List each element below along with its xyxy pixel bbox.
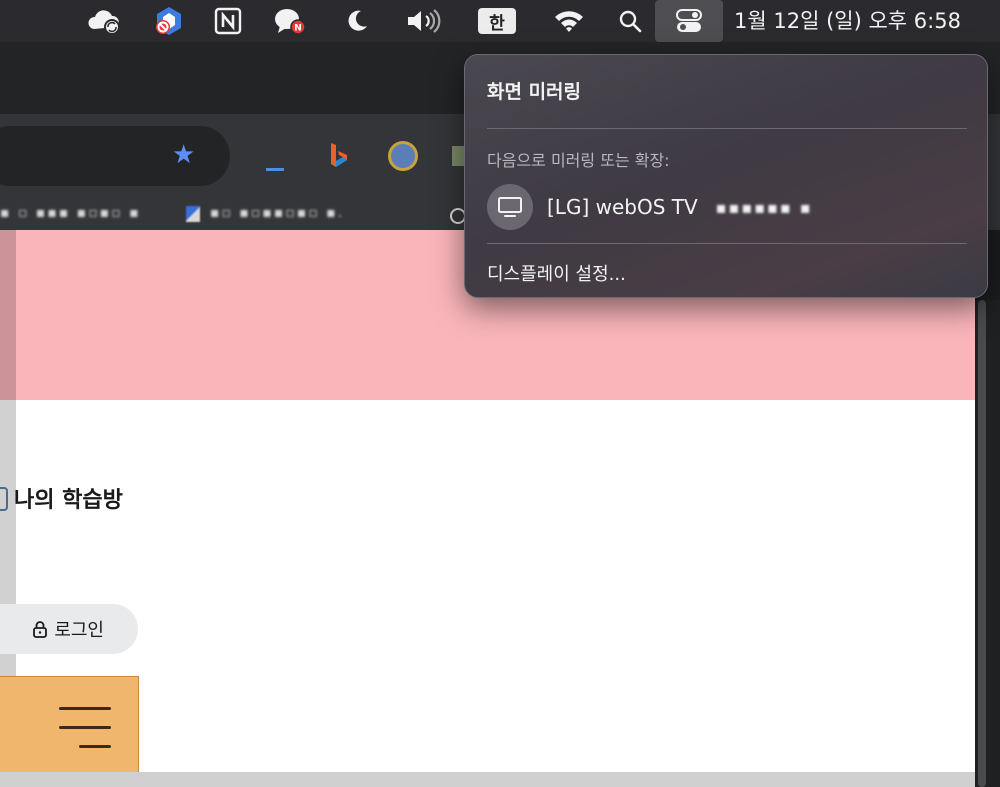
study-room-title[interactable]: 나의 학습방 <box>14 482 123 514</box>
login-button[interactable]: 로그인 <box>0 604 138 654</box>
study-room-icon <box>0 487 8 511</box>
input-method-icon[interactable]: 한 <box>477 6 517 36</box>
search-icon[interactable] <box>617 6 643 36</box>
hamburger-menu-button[interactable] <box>0 676 139 776</box>
volume-icon[interactable] <box>405 6 443 36</box>
tv-icon <box>487 184 533 230</box>
popup-divider <box>487 128 967 129</box>
scrollbar-thumb[interactable] <box>978 300 986 787</box>
bookmark-favicon <box>186 206 200 222</box>
menu-icon <box>59 726 111 729</box>
address-bar[interactable] <box>0 126 230 186</box>
notion-icon[interactable] <box>213 6 243 36</box>
display-settings-item[interactable]: 디스플레이 설정... <box>487 260 626 286</box>
extension-partial-icon[interactable] <box>452 146 464 166</box>
extension-underline-icon[interactable] <box>266 168 284 171</box>
popup-title: 화면 미러링 <box>487 81 582 103</box>
mirroring-device-item[interactable]: [LG] webOS TV ▪▪▪▪▪▪ ▪ <box>487 183 813 231</box>
screen-mirroring-popup: 화면 미러링 다음으로 미러링 또는 확장: [LG] webOS TV ▪▪▪… <box>464 54 988 298</box>
menubar-clock[interactable]: 1월 12일 (일) 오후 6:58 <box>734 6 961 36</box>
input-method-label: 한 <box>478 8 516 34</box>
bookmark-item[interactable]: ▪ ▫ ▪▪▪ ▪▫▪▫ ▪ <box>0 200 141 226</box>
bookmark-star-icon[interactable]: ★ <box>172 140 195 170</box>
popup-divider <box>487 243 967 244</box>
blocker-app-icon[interactable] <box>152 6 186 36</box>
device-name: [LG] webOS TV <box>547 195 698 219</box>
icloud-sync-icon[interactable] <box>86 6 124 36</box>
chat-notification-icon[interactable]: N <box>272 6 308 36</box>
menu-icon <box>79 745 111 748</box>
menu-icon <box>59 707 111 710</box>
bookmark-item[interactable]: ▪▫ ▪▫▪▪▫▪▫ ▪. <box>210 200 344 226</box>
device-serial: ▪▪▪▪▪▪ ▪ <box>715 197 813 217</box>
svg-text:N: N <box>294 24 302 34</box>
horizontal-scrollbar[interactable] <box>0 772 975 787</box>
extension-gear-icon[interactable] <box>388 141 418 171</box>
macos-menubar: N 한 1월 12일 (일) 오후 6:58 <box>0 0 1000 42</box>
popup-subtitle: 다음으로 미러링 또는 확장: <box>487 151 670 170</box>
control-center-icon[interactable] <box>673 6 705 36</box>
login-label: 로그인 <box>54 620 104 641</box>
lock-icon <box>32 620 48 638</box>
wifi-icon[interactable] <box>553 6 585 36</box>
bing-icon[interactable] <box>328 141 350 169</box>
moon-icon[interactable] <box>343 6 371 36</box>
